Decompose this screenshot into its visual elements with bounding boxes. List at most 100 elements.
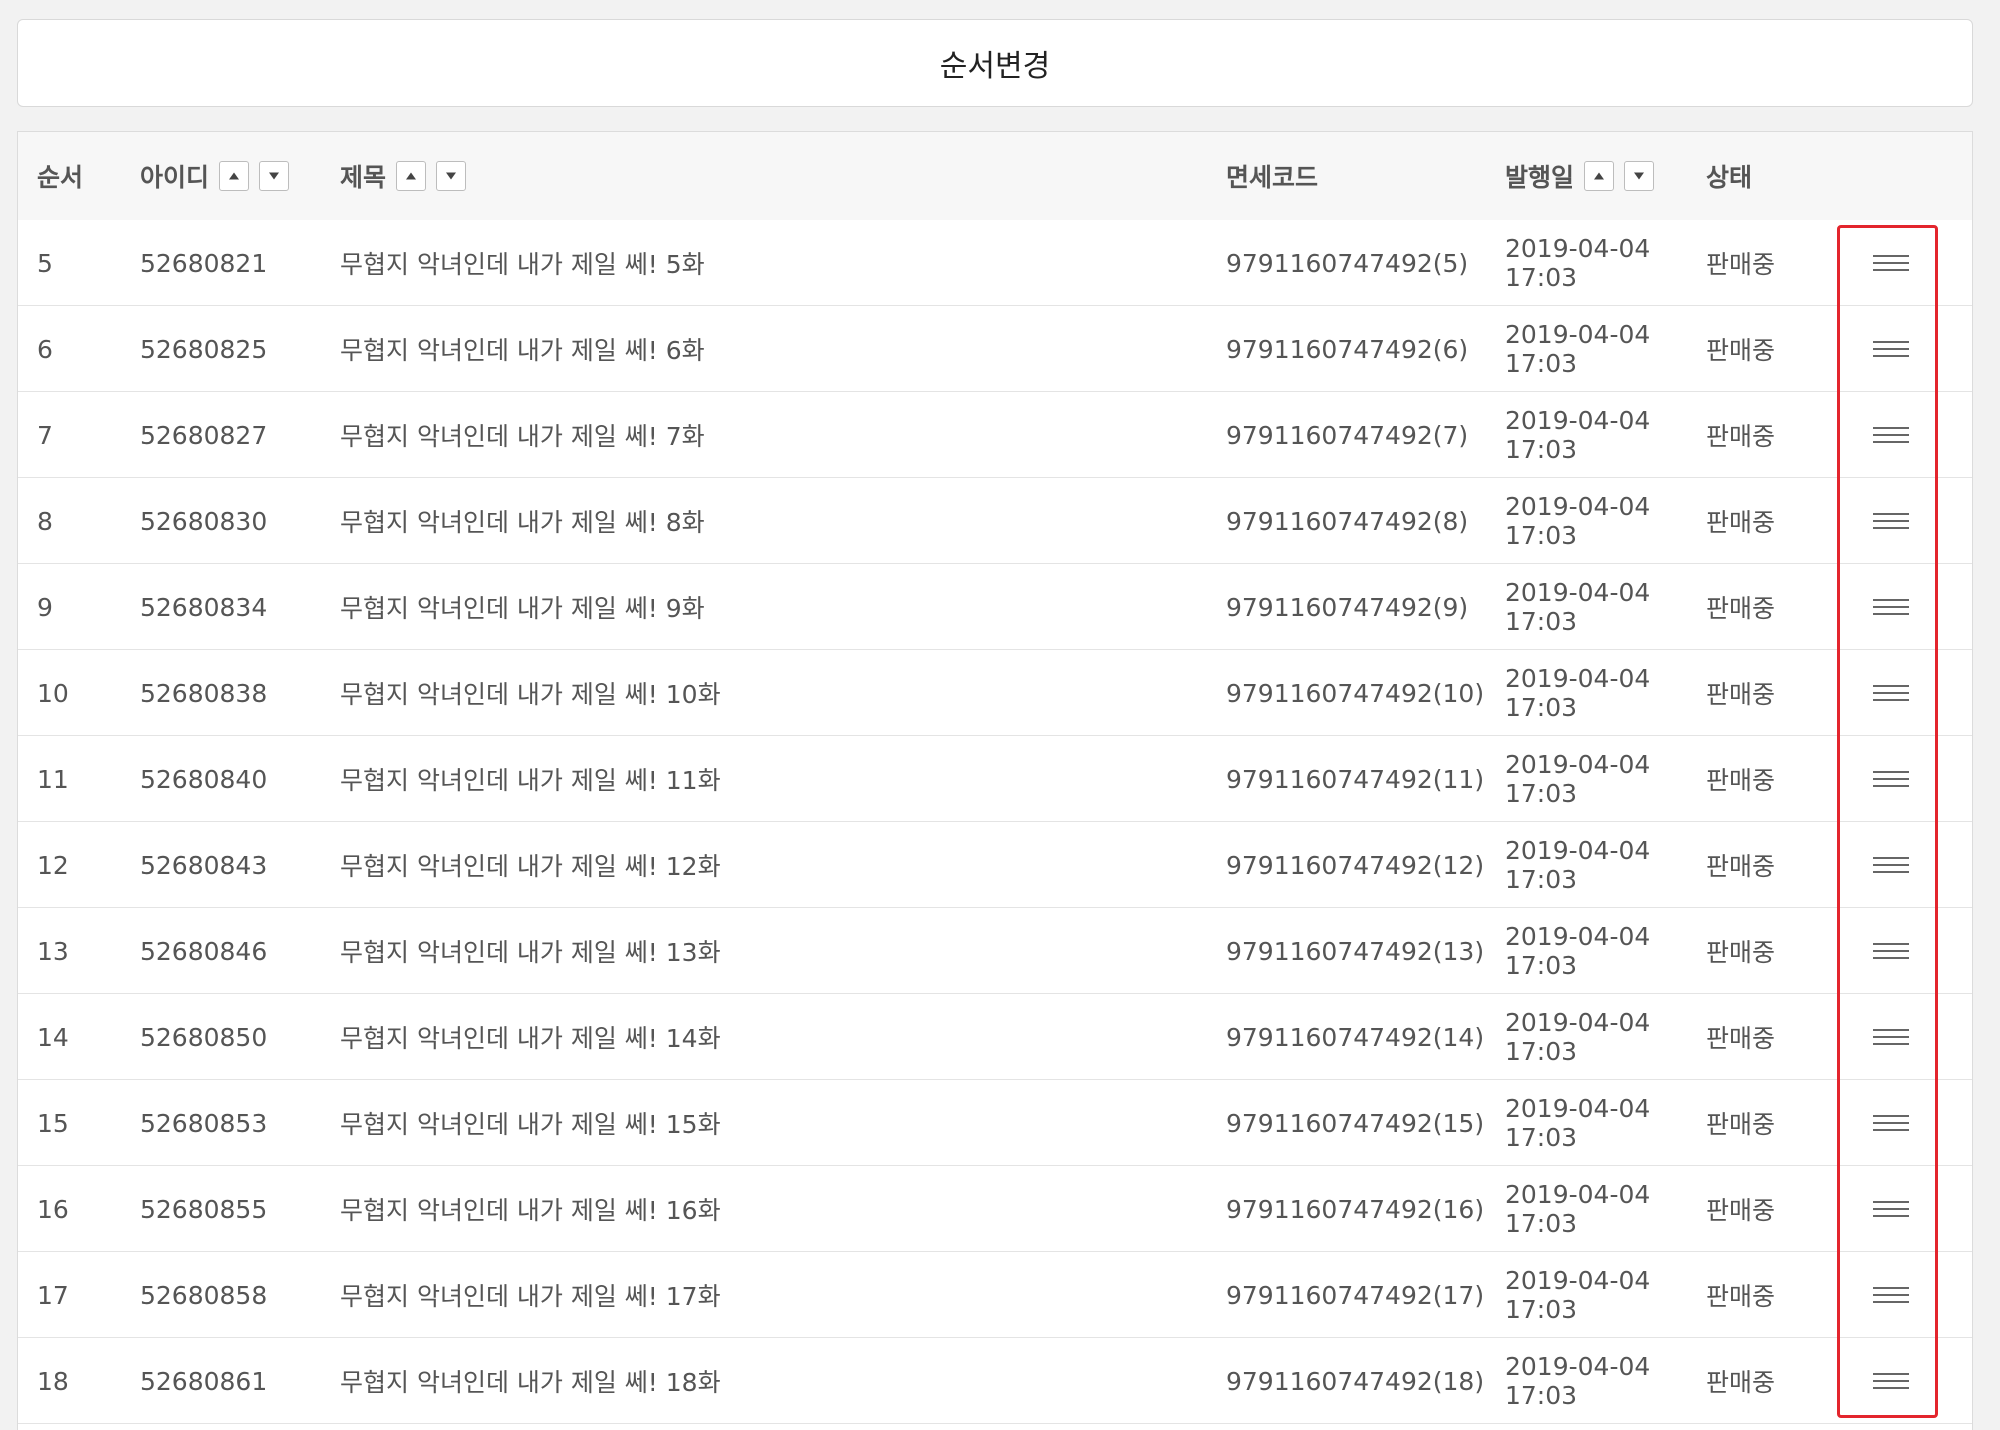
drag-handle[interactable] [1866, 1080, 1916, 1166]
cell-order: 6 [37, 334, 53, 364]
drag-handle[interactable] [1866, 736, 1916, 822]
cell-order: 8 [37, 506, 53, 536]
header-date: 발행일 [1505, 132, 1655, 220]
triangle-up-icon [406, 172, 417, 180]
table-row: 14 52680850 무협지 악녀인데 내가 제일 쎄! 14화 979116… [18, 994, 1972, 1080]
cell-order: 16 [37, 1194, 69, 1224]
triangle-up-icon [1594, 172, 1605, 180]
cell-date-day: 2019-04-04 [1505, 492, 1651, 521]
cell-code: 9791160747492(11) [1226, 764, 1485, 794]
cell-date-time: 17:03 [1505, 693, 1578, 722]
cell-date-time: 17:03 [1505, 349, 1578, 378]
drag-handle[interactable] [1866, 478, 1916, 564]
cell-date: 2019-04-04 17:03 [1505, 908, 1650, 994]
sort-id-asc-button[interactable] [219, 161, 250, 191]
hamburger-icon [1873, 513, 1909, 529]
cell-title: 무협지 악녀인데 내가 제일 쎄! 5화 [340, 250, 705, 279]
cell-order: 14 [37, 1022, 69, 1052]
cell-order: 7 [37, 420, 53, 450]
cell-status: 판매중 [1706, 422, 1776, 451]
cell-id: 52680850 [140, 1022, 268, 1052]
table-row: 13 52680846 무협지 악녀인데 내가 제일 쎄! 13화 979116… [18, 908, 1972, 994]
cell-date-day: 2019-04-04 [1505, 234, 1651, 263]
reorder-button-label: 순서변경 [939, 49, 1051, 84]
table-row: 6 52680825 무협지 악녀인데 내가 제일 쎄! 6화 97911607… [18, 306, 1972, 392]
drag-handle[interactable] [1866, 994, 1916, 1080]
cell-date: 2019-04-04 17:03 [1505, 1252, 1650, 1338]
cell-date-day: 2019-04-04 [1505, 1266, 1651, 1295]
cell-title: 무협지 악녀인데 내가 제일 쎄! 9화 [340, 594, 705, 623]
cell-code: 9791160747492(9) [1226, 592, 1469, 622]
drag-handle[interactable] [1866, 1338, 1916, 1424]
cell-status: 판매중 [1706, 250, 1776, 279]
header-title: 제목 [340, 132, 467, 220]
sort-id-desc-button[interactable] [259, 161, 290, 191]
cell-title: 무협지 악녀인데 내가 제일 쎄! 15화 [340, 1110, 721, 1139]
hamburger-icon [1873, 599, 1909, 615]
header-id: 아이디 [140, 132, 290, 220]
sort-title-desc-button[interactable] [436, 161, 467, 191]
cell-status: 판매중 [1706, 938, 1776, 967]
drag-handle[interactable] [1866, 1166, 1916, 1252]
header-id-label: 아이디 [140, 163, 210, 192]
cell-order: 9 [37, 592, 53, 622]
cell-date-time: 17:03 [1505, 1295, 1578, 1324]
sort-date-desc-button[interactable] [1624, 161, 1655, 191]
cell-date: 2019-04-04 17:03 [1505, 822, 1650, 908]
cell-order: 10 [37, 678, 69, 708]
cell-code: 9791160747492(8) [1226, 506, 1469, 536]
hamburger-icon [1873, 857, 1909, 873]
sort-date-asc-button[interactable] [1584, 161, 1615, 191]
cell-title: 무협지 악녀인데 내가 제일 쎄! 11화 [340, 766, 721, 795]
header-date-label: 발행일 [1505, 163, 1575, 192]
cell-status: 판매중 [1706, 1024, 1776, 1053]
cell-date-time: 17:03 [1505, 1123, 1578, 1152]
cell-date-time: 17:03 [1505, 951, 1578, 980]
cell-date: 2019-04-04 17:03 [1505, 478, 1650, 564]
cell-status: 판매중 [1706, 852, 1776, 881]
drag-handle[interactable] [1866, 1252, 1916, 1338]
cell-id: 52680858 [140, 1280, 268, 1310]
cell-date: 2019-04-04 17:03 [1505, 392, 1650, 478]
reorder-button[interactable]: 순서변경 [17, 19, 1973, 107]
drag-handle[interactable] [1866, 822, 1916, 908]
cell-date-day: 2019-04-04 [1505, 1352, 1651, 1381]
triangle-down-icon [269, 172, 280, 180]
cell-id: 52680838 [140, 678, 268, 708]
cell-order: 18 [37, 1366, 69, 1396]
drag-handle[interactable] [1866, 392, 1916, 478]
cell-date: 2019-04-04 17:03 [1505, 1338, 1650, 1424]
cell-date-day: 2019-04-04 [1505, 320, 1651, 349]
cell-status: 판매중 [1706, 766, 1776, 795]
cell-date-day: 2019-04-04 [1505, 836, 1651, 865]
cell-date-day: 2019-04-04 [1505, 1008, 1651, 1037]
cell-status: 판매중 [1706, 594, 1776, 623]
cell-title: 무협지 악녀인데 내가 제일 쎄! 6화 [340, 336, 705, 365]
cell-status: 판매중 [1706, 508, 1776, 537]
cell-date-day: 2019-04-04 [1505, 664, 1651, 693]
hamburger-icon [1873, 943, 1909, 959]
cell-date-day: 2019-04-04 [1505, 922, 1651, 951]
cell-id: 52680855 [140, 1194, 268, 1224]
drag-handle[interactable] [1866, 306, 1916, 392]
drag-handle[interactable] [1866, 650, 1916, 736]
hamburger-icon [1873, 341, 1909, 357]
hamburger-icon [1873, 1287, 1909, 1303]
drag-handle[interactable] [1866, 220, 1916, 306]
table-header: 순서 아이디 제목 면세코드 발행일 상태 [18, 132, 1972, 221]
cell-status: 판매중 [1706, 1196, 1776, 1225]
header-title-label: 제목 [340, 163, 387, 192]
cell-id: 52680861 [140, 1366, 268, 1396]
cell-date-day: 2019-04-04 [1505, 750, 1651, 779]
cell-status: 판매중 [1706, 1110, 1776, 1139]
cell-date-day: 2019-04-04 [1505, 406, 1651, 435]
sort-title-asc-button[interactable] [396, 161, 427, 191]
triangle-down-icon [1634, 172, 1645, 180]
cell-id: 52680846 [140, 936, 268, 966]
cell-date-day: 2019-04-04 [1505, 578, 1651, 607]
cell-id: 52680840 [140, 764, 268, 794]
drag-handle[interactable] [1866, 908, 1916, 994]
drag-handle[interactable] [1866, 564, 1916, 650]
cell-title: 무협지 악녀인데 내가 제일 쎄! 12화 [340, 852, 721, 881]
cell-code: 9791160747492(16) [1226, 1194, 1485, 1224]
